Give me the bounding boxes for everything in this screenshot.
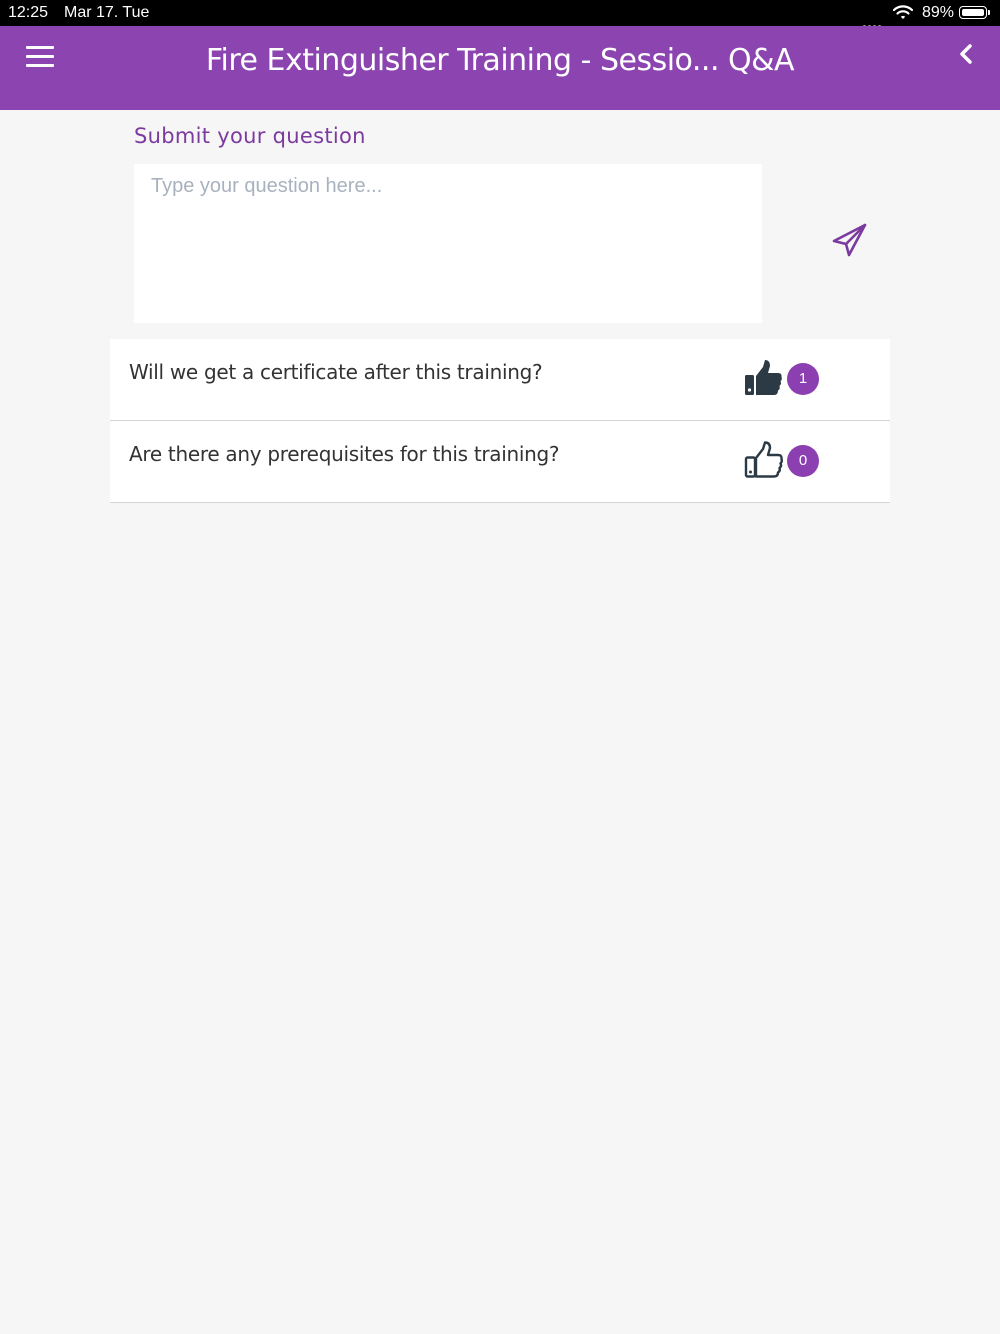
thumbs-up-outline-icon[interactable] bbox=[743, 441, 785, 481]
question-text: Will we get a certificate after this tra… bbox=[129, 360, 543, 384]
question-item: Are there any prerequisites for this tra… bbox=[110, 421, 890, 503]
question-list: Will we get a certificate after this tra… bbox=[110, 339, 890, 503]
question-item: Will we get a certificate after this tra… bbox=[110, 339, 890, 421]
question-input[interactable] bbox=[134, 164, 762, 323]
chevron-left-icon[interactable] bbox=[957, 43, 977, 65]
battery-tip bbox=[988, 10, 990, 15]
page-title: Fire Extinguisher Training - Sessio... Q… bbox=[205, 43, 795, 78]
app-header: Fire Extinguisher Training - Sessio... Q… bbox=[0, 26, 1000, 110]
wifi-icon bbox=[892, 5, 914, 25]
submit-question-label: Submit your question bbox=[134, 124, 366, 148]
status-bar: 12:25 Mar 17. Tue 89% bbox=[0, 0, 1000, 28]
status-time: 12:25 bbox=[8, 4, 49, 21]
battery-icon bbox=[959, 6, 987, 19]
like-count-badge: 0 bbox=[787, 445, 819, 477]
question-text: Are there any prerequisites for this tra… bbox=[129, 442, 560, 466]
battery-percent: 89% bbox=[922, 4, 955, 21]
thumbs-up-filled-icon[interactable] bbox=[743, 359, 785, 399]
like-count-badge: 1 bbox=[787, 363, 819, 395]
status-date: Mar 17. Tue bbox=[64, 4, 150, 21]
paper-plane-icon[interactable] bbox=[830, 220, 870, 260]
